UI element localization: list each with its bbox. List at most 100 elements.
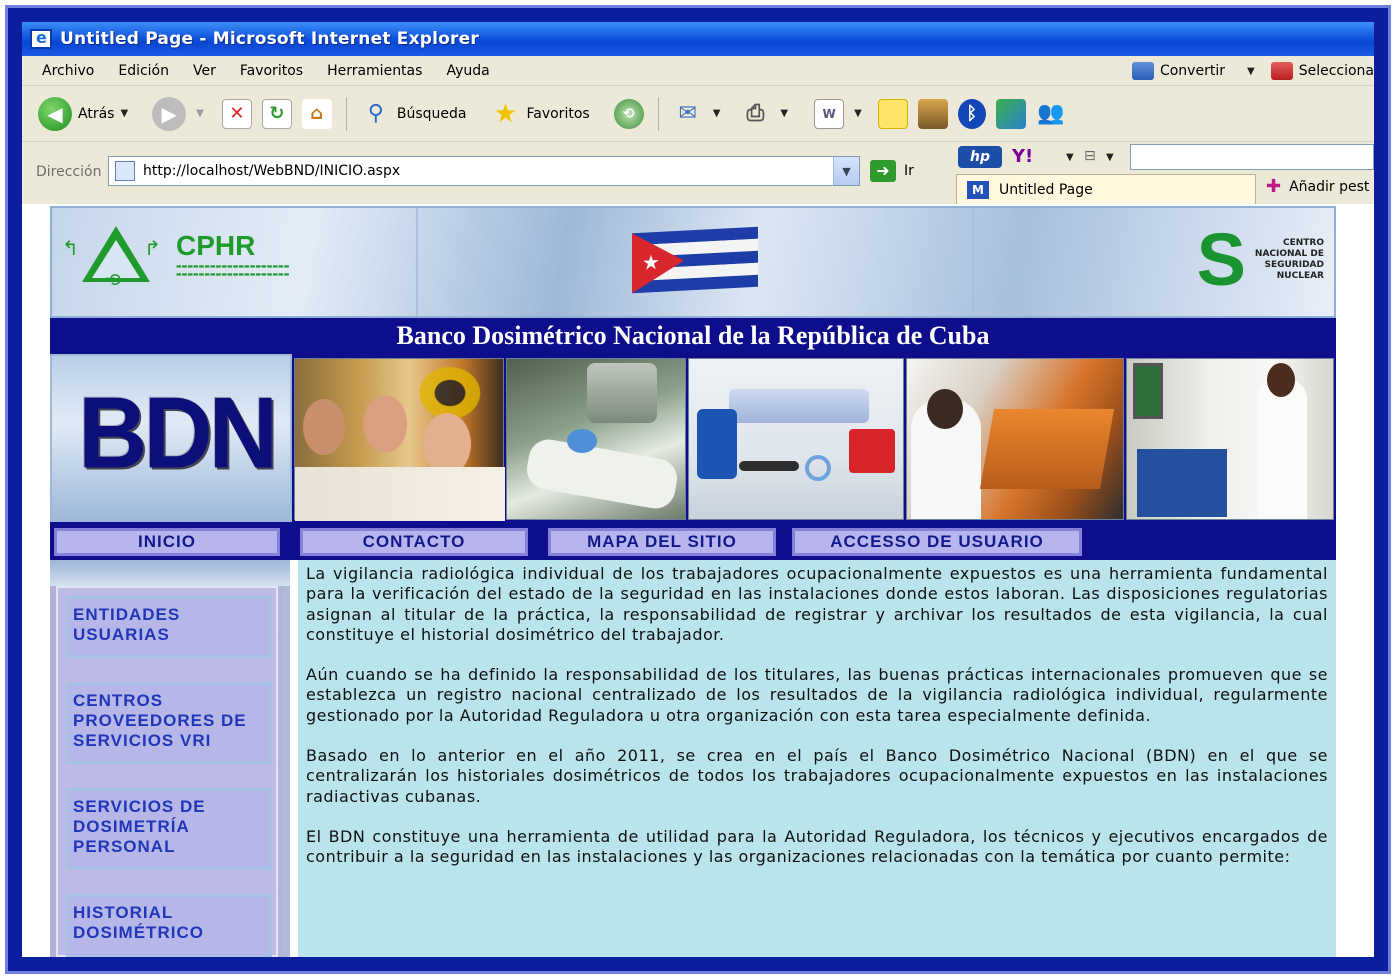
radiation-protection-icon: ↰ ↱ ⟲ xyxy=(62,220,166,291)
chevron-down-icon[interactable]: ▼ xyxy=(1066,152,1074,163)
menu-ver[interactable]: Ver xyxy=(181,63,228,79)
stop-icon[interactable]: ✕ xyxy=(221,98,252,129)
sidebar-menu: ENTIDADES USUARIAS CENTROS PROVEEDORES D… xyxy=(56,586,278,957)
select-icon xyxy=(1270,62,1293,80)
address-label: Dirección xyxy=(36,164,102,180)
address-url: http://localhost/WebBND/INICIO.aspx xyxy=(143,163,401,179)
sidebar-item-servicios-dosimetria[interactable]: SERVICIOS DE DOSIMETRÍA PERSONAL xyxy=(66,788,272,870)
nav-contacto[interactable]: CONTACTO xyxy=(300,528,528,556)
menu-ayuda[interactable]: Ayuda xyxy=(434,63,501,79)
tab-label: Untitled Page xyxy=(999,181,1093,198)
hp-logo[interactable]: hp xyxy=(958,146,1002,168)
content-paragraph: Basado en lo anterior en el año 2011, se… xyxy=(306,746,1328,806)
chevron-down-icon[interactable]: ▼ xyxy=(1106,152,1114,163)
toolbar-search-input[interactable] xyxy=(1130,144,1374,170)
chevron-down-icon[interactable]: ▼ xyxy=(120,108,128,119)
main-content: La vigilancia radiológica individual de … xyxy=(298,560,1336,957)
select-button[interactable]: Selecciona xyxy=(1299,63,1374,79)
photo-lab-technician xyxy=(906,358,1124,520)
cphr-subtext: ▬▬▬▬▬▬▬▬▬▬▬▬▬▬▬▬▬▬▬▬ ▬▬▬▬▬▬▬▬▬▬▬▬▬▬▬▬▬▬▬▬ xyxy=(176,263,290,278)
star-icon: ★ xyxy=(493,98,518,129)
bdn-logo: BDN xyxy=(50,354,292,522)
content-paragraph: El BDN constituye una herramienta de uti… xyxy=(306,826,1328,867)
photo-patient xyxy=(506,358,686,520)
sidebar: ENTIDADES USUARIAS CENTROS PROVEEDORES D… xyxy=(50,560,290,957)
window-title: Untitled Page - Microsoft Internet Explo… xyxy=(60,29,479,49)
go-arrow-icon: ➜ xyxy=(870,160,896,182)
sidebar-item-historial-dosimetrico[interactable]: HISTORIAL DOSIMÉTRICO xyxy=(66,894,272,957)
sidebar-item-centros-proveedores[interactable]: CENTROS PROVEEDORES DE SERVICIOS VRI xyxy=(66,682,272,764)
address-bar: Dirección http://localhost/WebBND/INICIO… xyxy=(22,142,1374,204)
cuban-flag-image: ★ xyxy=(632,226,758,294)
search-label: Búsqueda xyxy=(396,105,467,122)
yahoo-logo[interactable]: Y! xyxy=(1012,146,1054,168)
cphr-logo-text: CPHR xyxy=(176,230,256,262)
favorites-button[interactable]: ★ Favoritos xyxy=(490,98,590,129)
address-input[interactable]: http://localhost/WebBND/INICIO.aspx ▼ xyxy=(108,156,860,186)
bdn-logo-text: BDN xyxy=(78,377,278,490)
convert-button[interactable]: Convertir xyxy=(1160,63,1225,79)
cphr-logo[interactable]: ↰ ↱ ⟲ CPHR ▬▬▬▬▬▬▬▬▬▬▬▬▬▬▬▬▬▬▬▬ ▬▬▬▬▬▬▬▬▬… xyxy=(62,220,290,291)
menu-archivo[interactable]: Archivo xyxy=(22,63,106,79)
forward-arrow-icon[interactable]: ▶ xyxy=(152,96,187,131)
chevron-down-icon[interactable]: ▼ xyxy=(780,108,788,119)
favorites-label: Favoritos xyxy=(526,105,590,122)
web-page: ↰ ↱ ⟲ CPHR ▬▬▬▬▬▬▬▬▬▬▬▬▬▬▬▬▬▬▬▬ ▬▬▬▬▬▬▬▬▬… xyxy=(50,206,1336,957)
page-icon xyxy=(115,161,135,181)
menu-right-tools: Convertir ▼ Selecciona xyxy=(1131,56,1374,86)
cnsn-logo-text: CENTRO NACIONAL DE SEGURIDAD NUCLEAR xyxy=(1254,237,1324,282)
nav-acceso-de-usuario[interactable]: ACCESSO DE USUARIO xyxy=(792,528,1082,556)
nav-inicio[interactable]: INICIO xyxy=(54,528,280,556)
menu-bar: Archivo Edición Ver Favoritos Herramient… xyxy=(22,56,1374,86)
menu-favoritos[interactable]: Favoritos xyxy=(228,63,315,79)
browser-window: Untitled Page - Microsoft Internet Explo… xyxy=(22,22,1374,957)
research-icon[interactable] xyxy=(917,98,948,129)
print-icon[interactable]: ⎙ xyxy=(740,99,770,129)
notes-icon[interactable] xyxy=(877,98,908,129)
cnsn-s-icon: S xyxy=(1196,218,1246,301)
back-label: Atrás xyxy=(78,105,115,122)
chevron-down-icon[interactable]: ▼ xyxy=(713,108,721,119)
go-button[interactable]: ➜ Ir xyxy=(870,160,914,182)
edit-icon[interactable]: W xyxy=(814,98,845,129)
page-viewport: ↰ ↱ ⟲ CPHR ▬▬▬▬▬▬▬▬▬▬▬▬▬▬▬▬▬▬▬▬ ▬▬▬▬▬▬▬▬▬… xyxy=(22,204,1374,957)
cnsn-logo[interactable]: S CENTRO NACIONAL DE SEGURIDAD NUCLEAR xyxy=(1196,218,1324,301)
convert-icon xyxy=(1131,62,1154,80)
star-icon: ★ xyxy=(642,249,660,275)
back-arrow-icon: ◀ xyxy=(38,96,72,131)
chevron-down-icon[interactable]: ▼ xyxy=(833,157,859,185)
back-button[interactable]: ◀ Atrás ▼ xyxy=(38,96,128,131)
plus-icon: ✚ xyxy=(1266,176,1282,197)
menu-herramientas[interactable]: Herramientas xyxy=(315,63,434,79)
main-nav: INICIO CONTACTO MAPA DEL SITIO ACCESSO D… xyxy=(50,522,1336,560)
messenger-icon[interactable] xyxy=(995,98,1026,129)
home-icon[interactable]: ⌂ xyxy=(301,98,332,129)
page-title: Banco Dosimétrico Nacional de la Repúbli… xyxy=(50,318,1336,354)
title-bar: Untitled Page - Microsoft Internet Explo… xyxy=(22,22,1374,56)
content-paragraph: La vigilancia radiológica individual de … xyxy=(306,564,1328,644)
mail-icon[interactable]: ✉ xyxy=(673,99,703,129)
toolbar: ◀ Atrás ▼ ▶ ▼ ✕ ↻ ⌂ ⚲ Búsqueda ★ Favorit… xyxy=(22,86,1374,142)
toolbar-separator xyxy=(345,96,347,131)
chevron-down-icon[interactable]: ▼ xyxy=(854,108,862,119)
search-button[interactable]: ⚲ Búsqueda xyxy=(361,99,467,129)
bookmark-icon[interactable]: ⊟ xyxy=(1084,148,1096,164)
right-toolbar: hp Y! ▼ ⊟ ▼ M Untitled Page ✚ Añadir pes… xyxy=(956,142,1374,204)
contacts-icon[interactable]: 👥 xyxy=(1036,99,1066,129)
chevron-down-icon[interactable]: ▼ xyxy=(1247,66,1255,77)
add-tab-button[interactable]: ✚ Añadir pest xyxy=(1266,176,1369,197)
history-icon[interactable]: ⟲ xyxy=(613,98,644,129)
nav-mapa-del-sitio[interactable]: MAPA DEL SITIO xyxy=(548,528,776,556)
search-icon: ⚲ xyxy=(367,101,384,126)
photo-strip: BDN xyxy=(50,354,1336,522)
bluetooth-icon[interactable]: ᛒ xyxy=(957,98,986,129)
content-paragraph: Aún cuando se ha definido la responsabil… xyxy=(306,665,1328,725)
refresh-icon[interactable]: ↻ xyxy=(261,98,292,129)
chevron-down-icon[interactable]: ▼ xyxy=(196,108,204,119)
tab-untitled-page[interactable]: M Untitled Page xyxy=(956,174,1256,204)
photo-professionals xyxy=(294,358,505,521)
page-margin-right xyxy=(1336,204,1374,957)
add-tab-label: Añadir pest xyxy=(1289,178,1370,195)
menu-edicion[interactable]: Edición xyxy=(106,63,181,79)
sidebar-item-entidades-usuarias[interactable]: ENTIDADES USUARIAS xyxy=(66,596,272,658)
